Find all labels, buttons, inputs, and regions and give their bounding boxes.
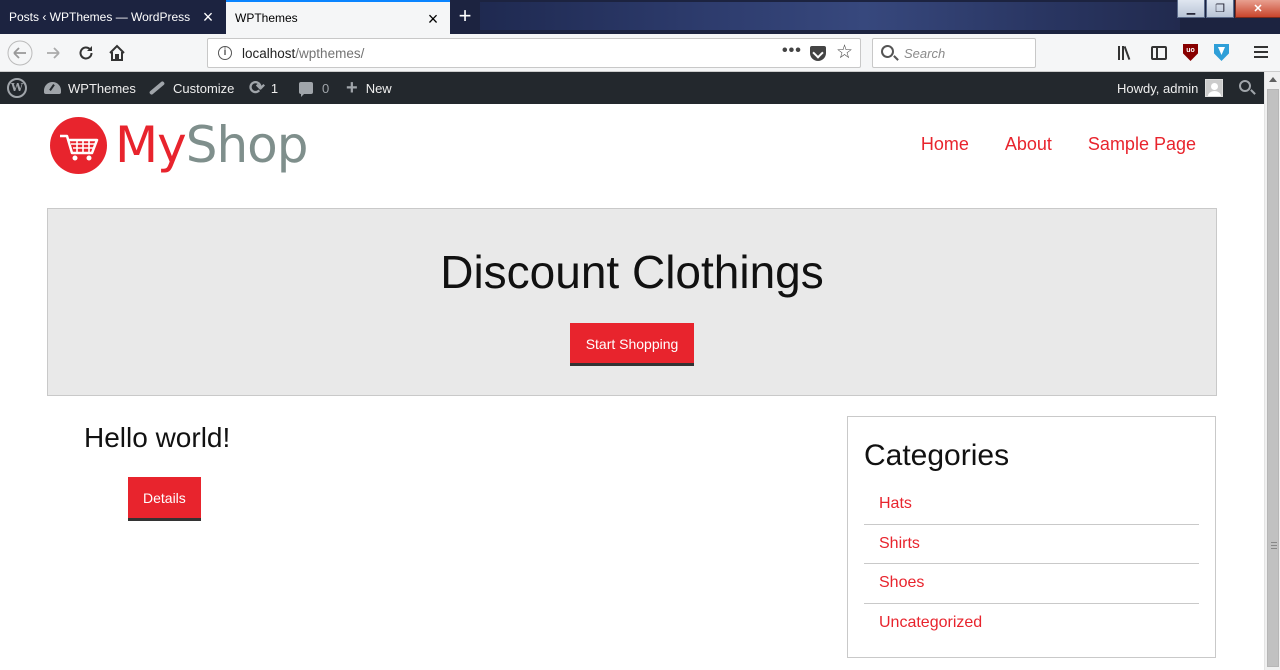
wp-admin-bar: W WPThemes Customize ⟳ 1 0 + New Howdy, …	[0, 72, 1264, 104]
updates-count: 1	[270, 80, 279, 96]
new-content-link[interactable]: + New	[346, 72, 392, 104]
navigation-toolbar: i localhost/wpthemes/ ••• ☆ Search uo	[0, 34, 1280, 72]
category-shirts[interactable]: Shirts	[879, 535, 920, 553]
my-account-link[interactable]: Howdy, admin	[1117, 72, 1224, 104]
sidebar-icon[interactable]	[1151, 46, 1167, 60]
scrollbar-thumb[interactable]	[1267, 89, 1279, 667]
wp-logo-button[interactable]: W	[7, 72, 27, 104]
tab-posts[interactable]: Posts ‹ WPThemes — WordPress ×	[0, 0, 225, 34]
reload-button[interactable]	[72, 39, 100, 67]
list-item: Hats	[864, 485, 1199, 525]
forward-button[interactable]	[39, 39, 67, 67]
more-icon[interactable]: •••	[782, 42, 802, 60]
ublock-icon[interactable]: uo	[1183, 44, 1198, 61]
close-tab-icon[interactable]: ×	[199, 8, 217, 26]
bookmark-star-icon[interactable]: ☆	[836, 41, 853, 64]
scrollbar-grip	[1271, 542, 1277, 551]
url-host: localhost	[242, 46, 296, 61]
nav-sample-page[interactable]: Sample Page	[1088, 134, 1196, 155]
widget-title: Categories	[864, 439, 1010, 472]
plus-icon: +	[346, 77, 358, 99]
hero-title: Discount Clothings	[440, 246, 824, 298]
nav-home[interactable]: Home	[921, 134, 969, 155]
scrollbar[interactable]	[1264, 72, 1280, 670]
browser-window: Posts ‹ WPThemes — WordPress × WPThemes …	[0, 0, 1280, 670]
post-item: Hello world! Details	[84, 422, 230, 521]
brush-icon	[148, 80, 166, 96]
post-title[interactable]: Hello world!	[84, 422, 230, 454]
details-button[interactable]: Details	[128, 477, 201, 521]
category-hats[interactable]: Hats	[879, 495, 912, 513]
search-placeholder: Search	[904, 46, 946, 61]
category-shoes[interactable]: Shoes	[879, 574, 924, 592]
logo-my: My	[115, 116, 187, 174]
customize-label: Customize	[173, 80, 235, 96]
new-label: New	[365, 80, 392, 96]
comment-icon	[299, 82, 313, 97]
home-button[interactable]	[103, 39, 131, 67]
shopping-cart-icon	[50, 116, 107, 174]
back-icon	[7, 40, 33, 66]
main-navigation: Home About Sample Page	[885, 134, 1196, 155]
nav-about[interactable]: About	[1005, 134, 1052, 155]
howdy-label: Howdy, admin	[1117, 80, 1199, 96]
window-controls: ▁ ❐ ✕	[1176, 0, 1280, 20]
list-item: Shirts	[864, 525, 1199, 564]
search-icon	[881, 45, 894, 58]
comments-count: 0	[322, 80, 330, 96]
url-bar[interactable]: i localhost/wpthemes/ ••• ☆	[207, 38, 861, 68]
list-item: Shoes	[864, 564, 1199, 604]
updates-link[interactable]: ⟳ 1	[249, 72, 278, 104]
start-shopping-button[interactable]: Start Shopping	[569, 323, 695, 366]
logo-shop: Shop	[185, 116, 309, 174]
close-window-button[interactable]: ✕	[1235, 0, 1280, 18]
site-name-link[interactable]: WPThemes	[44, 72, 136, 104]
titlebar-background	[480, 2, 1180, 30]
search-input[interactable]: Search	[872, 38, 1036, 68]
maximize-button[interactable]: ❐	[1206, 0, 1234, 18]
dashboard-icon	[44, 82, 61, 94]
hero-banner: Discount Clothings Start Shopping	[47, 208, 1217, 396]
categories-widget: Categories Hats Shirts Shoes Uncategoriz…	[847, 416, 1216, 658]
minimize-button[interactable]: ▁	[1177, 0, 1205, 18]
list-item: Uncategorized	[864, 604, 1199, 644]
wordpress-icon: W	[7, 78, 27, 98]
reload-icon	[79, 46, 93, 60]
url-path: /wpthemes/	[295, 46, 365, 61]
cart-graphic	[60, 134, 99, 160]
pocket-icon[interactable]	[810, 46, 826, 61]
home-icon	[109, 44, 125, 61]
tab-title: WPThemes	[235, 11, 298, 25]
scroll-up-arrow-icon[interactable]	[1269, 77, 1277, 82]
new-tab-button[interactable]: +	[452, 3, 478, 29]
site-name-label: WPThemes	[68, 80, 136, 96]
tab-title: Posts ‹ WPThemes — WordPress	[9, 10, 191, 24]
forward-icon	[47, 47, 60, 59]
library-icon[interactable]	[1118, 44, 1134, 62]
shield-icon[interactable]	[1214, 44, 1229, 61]
url-text[interactable]: localhost/wpthemes/	[242, 46, 364, 61]
tab-wpthemes[interactable]: WPThemes ×	[226, 0, 450, 34]
tab-strip: Posts ‹ WPThemes — WordPress × WPThemes …	[0, 0, 1280, 34]
logo-text: MyShop	[115, 116, 308, 174]
back-button[interactable]	[6, 39, 34, 67]
info-icon[interactable]: i	[218, 46, 232, 60]
admin-search-icon[interactable]	[1239, 80, 1251, 92]
category-list: Hats Shirts Shoes Uncategorized	[864, 485, 1199, 643]
menu-icon[interactable]	[1254, 46, 1268, 64]
update-icon: ⟳	[249, 77, 265, 99]
close-tab-icon[interactable]: ×	[424, 10, 442, 28]
site-logo[interactable]: MyShop	[50, 116, 308, 174]
comments-link[interactable]: 0	[299, 72, 329, 104]
category-uncategorized[interactable]: Uncategorized	[879, 614, 982, 632]
customize-link[interactable]: Customize	[148, 72, 234, 104]
page-content: MyShop Home About Sample Page Discount C…	[0, 104, 1264, 670]
avatar	[1205, 79, 1224, 97]
